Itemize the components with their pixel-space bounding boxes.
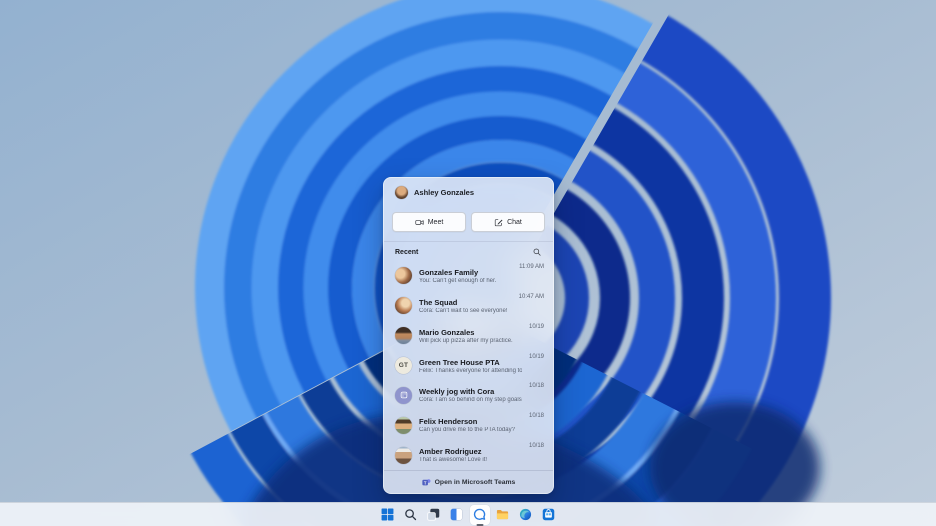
conversation-time: 10/18	[528, 413, 544, 420]
conversation-row[interactable]: Mario Gonzales Will pick up pizza after …	[384, 321, 553, 351]
conversation-name: Mario Gonzales	[419, 327, 475, 337]
task-view-icon	[427, 508, 440, 521]
meet-button[interactable]: Meet	[392, 212, 466, 232]
user-avatar[interactable]	[395, 186, 408, 199]
taskbar-start-button[interactable]	[378, 505, 398, 525]
taskbar-search-button[interactable]	[401, 505, 421, 525]
conversation-name: Green Tree House PTA	[419, 357, 500, 367]
conversation-avatar	[395, 416, 412, 434]
open-in-teams-label: Open in Microsoft Teams	[434, 478, 516, 486]
chat-button-label: Chat	[507, 218, 522, 226]
conversation-row[interactable]: The Squad Cora: Can't wait to see everyo…	[384, 291, 553, 321]
conversation-time: 10:47 AM	[518, 293, 544, 300]
widgets-icon	[450, 508, 463, 521]
conversation-preview: You: Can't get enough of her.	[419, 277, 497, 284]
conversation-row[interactable]: Weekly jog with Cora Cora: I am so behin…	[384, 380, 553, 410]
conversation-time: 11:09 AM	[519, 264, 544, 270]
chat-button[interactable]: Chat	[471, 212, 545, 232]
conversation-name: Amber Rodriguez	[419, 447, 482, 457]
taskbar	[0, 502, 936, 526]
edge-icon	[519, 508, 532, 521]
conversation-name: Gonzales Family	[419, 267, 479, 277]
conversation-time: 10/18	[528, 383, 544, 390]
meet-button-label: Meet	[427, 218, 444, 226]
conversation-preview: Can you drive me to the PTA today?	[419, 427, 515, 434]
video-camera-icon	[415, 219, 424, 225]
chat-icon	[473, 508, 486, 520]
conversation-preview: That is awesome! Love it!	[419, 457, 488, 464]
taskbar-widgets-button[interactable]	[447, 505, 467, 525]
conversation-preview: Cora: I am so behind on my step goals.	[419, 397, 522, 404]
conversation-row[interactable]: Felix Henderson Can you drive me to the …	[384, 410, 553, 440]
store-icon	[542, 508, 555, 521]
open-in-teams-button[interactable]: T Open in Microsoft Teams	[384, 470, 553, 493]
taskbar-task-view-button[interactable]	[424, 505, 444, 525]
conversation-name: Felix Henderson	[419, 417, 478, 427]
conversation-preview: Cora: Can't wait to see everyone!	[419, 307, 508, 314]
conversation-time: 10/19	[528, 353, 544, 360]
conversation-preview: Will pick up pizza after my practice.	[419, 337, 513, 344]
conversation-avatar: GT	[395, 357, 412, 374]
microsoft-teams-icon: T	[422, 478, 431, 485]
conversation-time: 10/19	[528, 323, 544, 330]
conversation-list: Gonzales Family You: Can't get enough of…	[384, 259, 553, 470]
conversation-time: 10/18	[528, 443, 544, 450]
conversation-preview: Felix: Thanks everyone for attending tod…	[419, 367, 522, 374]
search-icon[interactable]	[532, 247, 542, 257]
conversation-avatar	[395, 297, 412, 315]
conversation-avatar	[395, 267, 412, 285]
conversation-avatar	[395, 446, 412, 464]
taskbar-edge-button[interactable]	[516, 505, 536, 525]
file-explorer-icon	[496, 510, 509, 520]
conversation-avatar	[395, 327, 412, 345]
search-icon	[405, 509, 417, 521]
activity-app-icon	[400, 392, 407, 399]
svg-text:T: T	[423, 480, 426, 485]
recent-header: Recent	[384, 242, 553, 259]
conversation-name: The Squad	[419, 297, 458, 307]
conversation-row[interactable]: Gonzales Family You: Can't get enough of…	[384, 261, 553, 291]
recent-label: Recent	[395, 248, 419, 256]
user-name: Ashley Gonzales	[414, 188, 475, 197]
conversation-row[interactable]: GT Green Tree House PTA Felix: Thanks ev…	[384, 351, 553, 381]
taskbar-chat-button[interactable]	[469, 504, 490, 525]
conversation-name: Weekly jog with Cora	[419, 387, 495, 397]
taskbar-file-explorer-button[interactable]	[493, 505, 513, 525]
teams-chat-flyout: Ashley Gonzales Meet Chat Recent Gonzale…	[383, 177, 554, 494]
conversation-avatar	[395, 386, 412, 404]
start-icon	[381, 508, 394, 521]
compose-icon	[494, 218, 503, 226]
conversation-row[interactable]: Amber Rodriguez That is awesome! Love it…	[384, 440, 553, 470]
taskbar-store-button[interactable]	[539, 505, 559, 525]
action-buttons: Meet Chat	[384, 199, 553, 232]
flyout-header: Ashley Gonzales	[384, 178, 553, 199]
